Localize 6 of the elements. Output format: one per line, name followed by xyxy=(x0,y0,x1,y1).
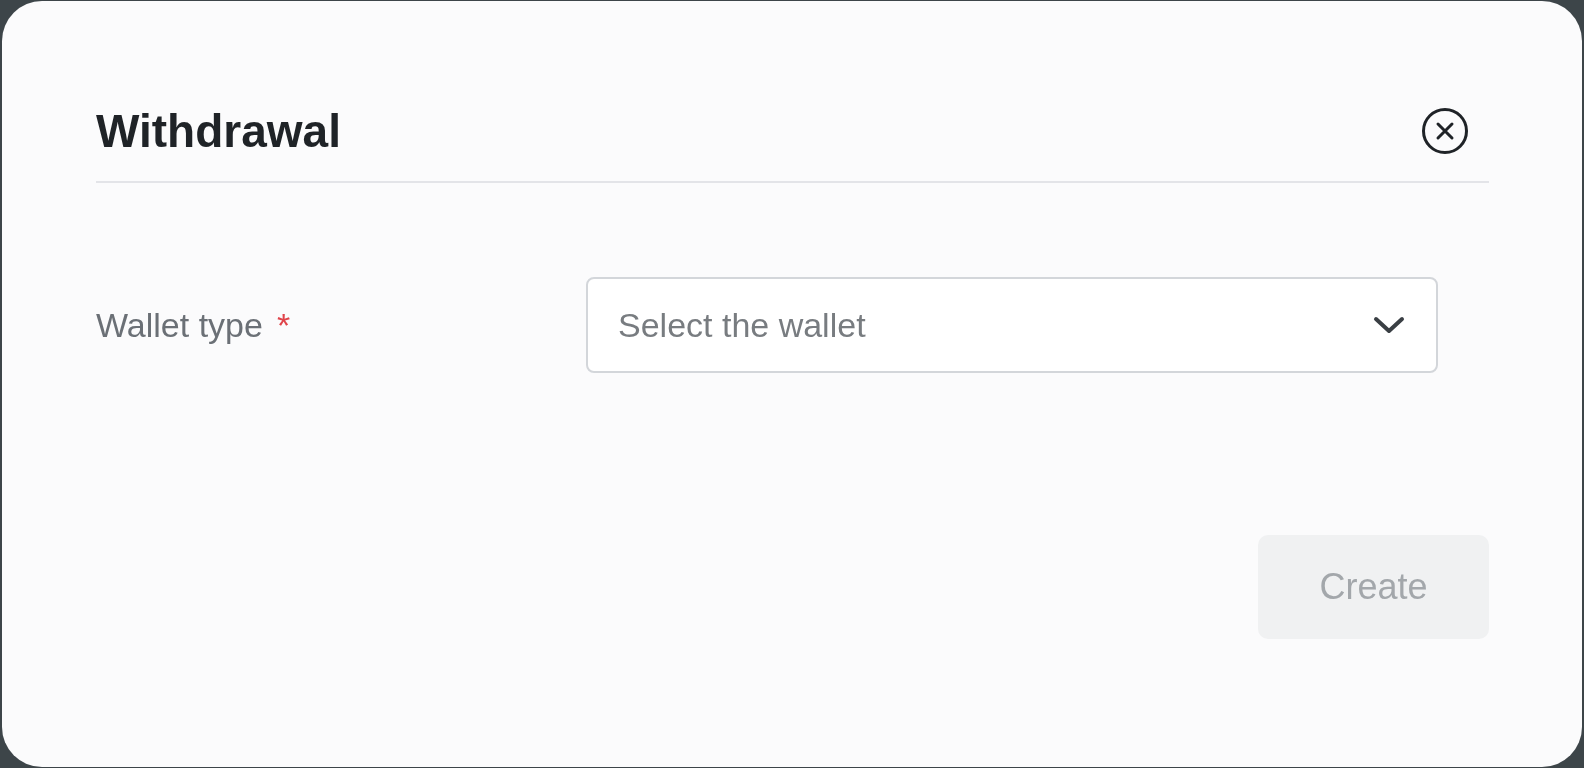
close-icon[interactable] xyxy=(1421,107,1469,155)
dialog-title: Withdrawal xyxy=(96,104,341,158)
required-mark: * xyxy=(276,305,291,345)
chevron-down-icon xyxy=(1372,315,1406,335)
field-label: Wallet type xyxy=(96,305,263,345)
wallet-select[interactable]: Select the wallet xyxy=(586,277,1438,373)
